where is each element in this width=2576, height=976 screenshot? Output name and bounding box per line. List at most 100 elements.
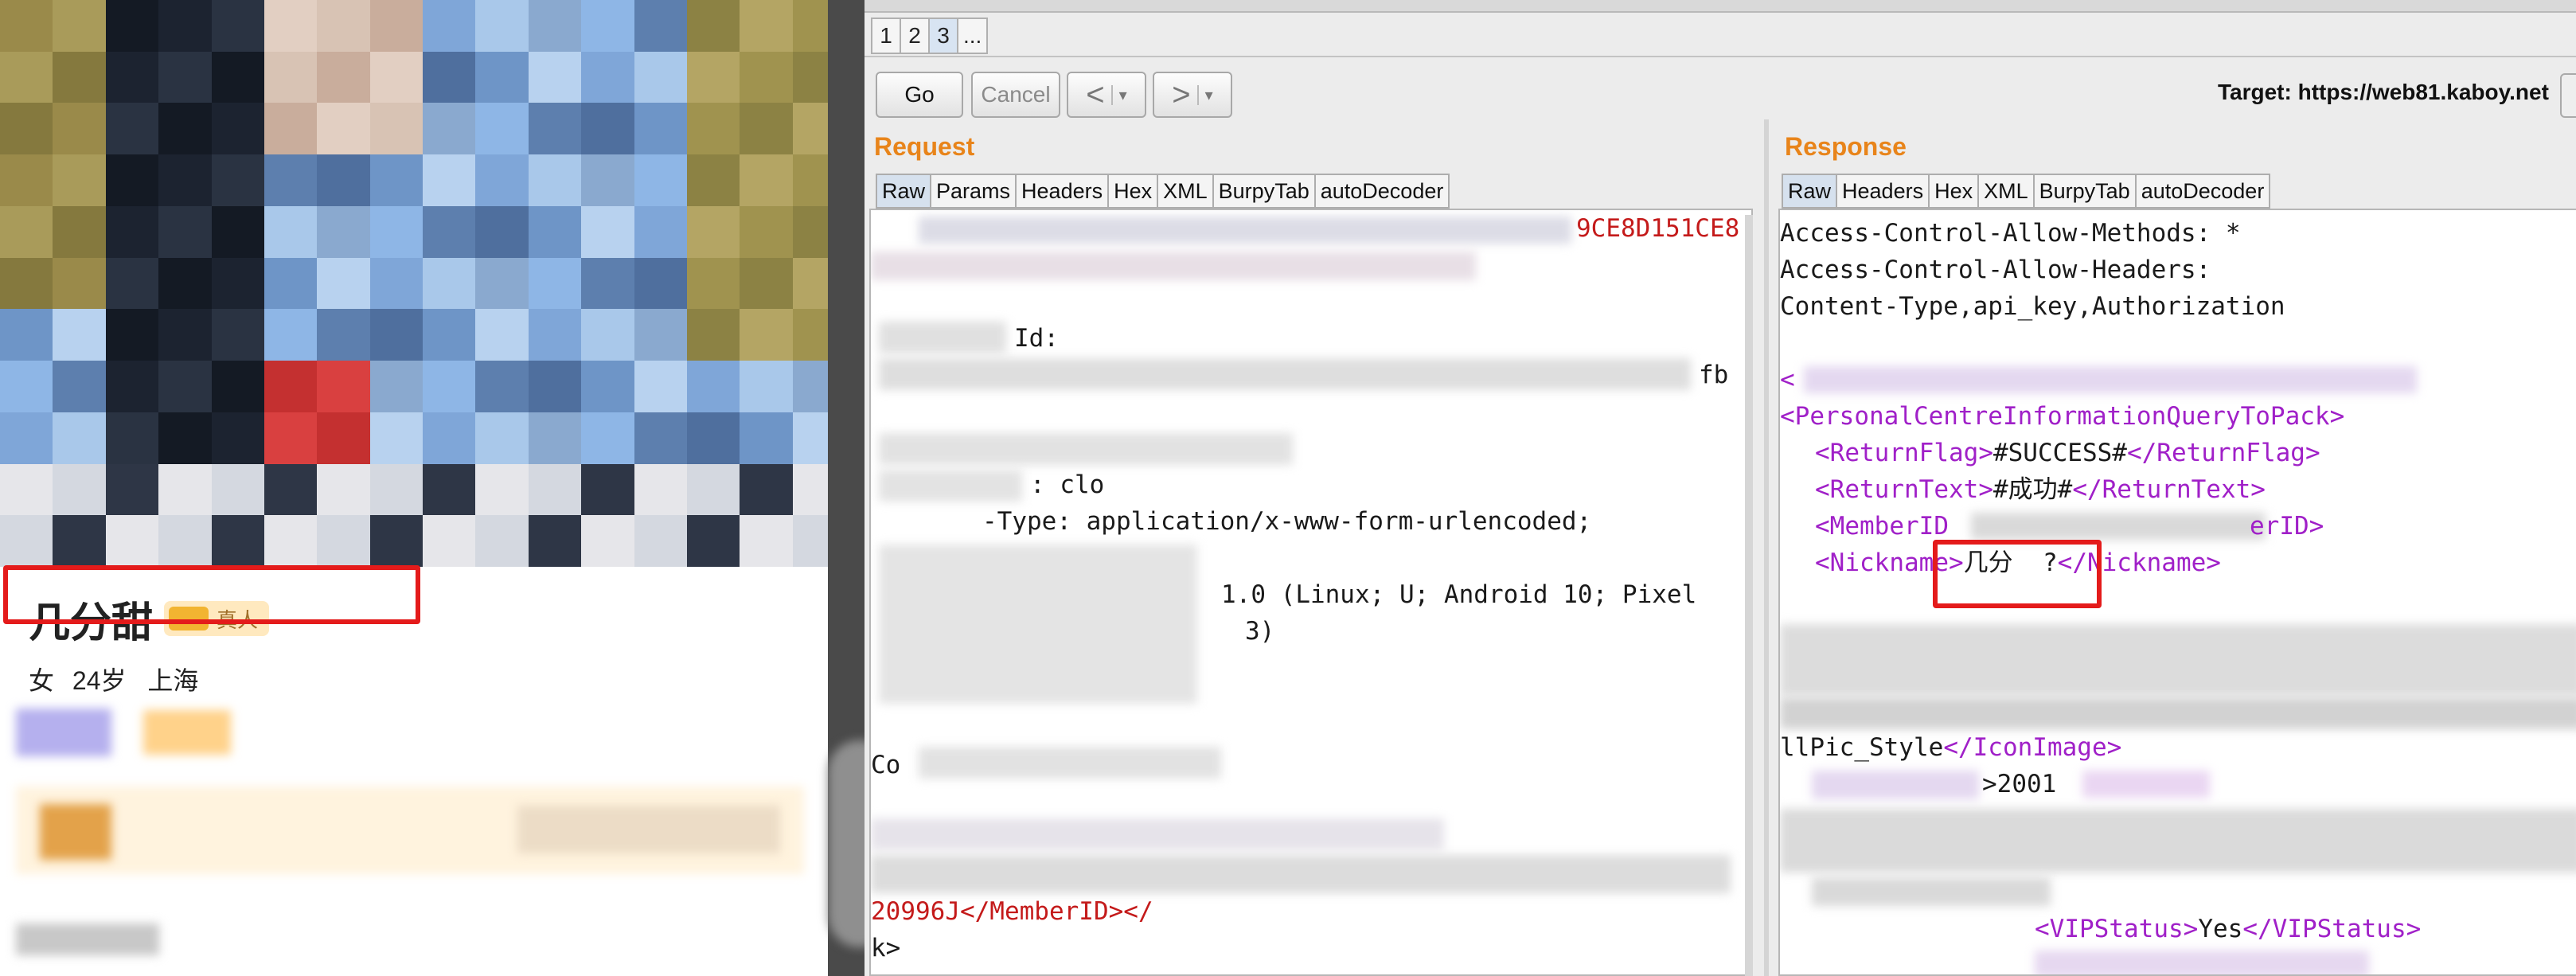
photo-mosaic-cell (0, 515, 54, 567)
xml-root-line: <PersonalCentreInformationQueryToPack> (1780, 402, 2345, 431)
response-view-tabs: Raw Headers Hex XML BurpyTab autoDecoder (1782, 174, 2271, 209)
blurred-text (1780, 809, 2576, 873)
photo-mosaic-cell (105, 51, 160, 104)
photo-mosaic-cell (0, 463, 54, 517)
photo-mosaic-cell (581, 412, 635, 465)
photo-mosaic-cell (740, 412, 794, 465)
photo-mosaic-cell (423, 309, 477, 362)
request-tab-headers[interactable]: Headers (1015, 174, 1110, 209)
chevron-down-icon[interactable]: ▾ (1110, 84, 1127, 105)
forward-button[interactable]: > ▾ (1153, 72, 1232, 118)
photo-mosaic-cell (0, 154, 54, 207)
blurred-text (879, 433, 1293, 465)
request-tab-params[interactable]: Params (930, 174, 1017, 209)
photo-mosaic-cell (369, 103, 423, 156)
blurred-card-icon (40, 804, 111, 860)
photo-mosaic-cell (369, 205, 423, 259)
request-tab-autodecoder[interactable]: autoDecoder (1313, 174, 1450, 209)
photo-mosaic-cell (317, 361, 371, 413)
request-line: 1.0 (Linux; U; Android 10; Pixel (1221, 580, 1697, 609)
photo-mosaic-cell (53, 154, 107, 207)
photo-mosaic-cell (740, 257, 794, 310)
response-tab-autodecoder[interactable]: autoDecoder (2134, 174, 2271, 209)
back-button[interactable]: < ▾ (1067, 72, 1146, 118)
photo-mosaic-cell (740, 361, 794, 413)
blurred-text (1812, 877, 2051, 906)
photo-mosaic-cell (528, 103, 583, 156)
xml-tag: Nickname (1829, 549, 1949, 577)
photo-mosaic-cell (105, 154, 160, 207)
blurred-text (879, 470, 1022, 502)
photo-mosaic-cell (686, 205, 741, 259)
response-tab-headers[interactable]: Headers (1836, 174, 1930, 209)
photo-mosaic-cell (634, 154, 688, 207)
photo-mosaic-cell (53, 309, 107, 362)
photo-mosaic-cell (105, 103, 160, 156)
repeater-tab-1[interactable]: 1 (871, 18, 901, 54)
photo-mosaic-cell (317, 412, 371, 465)
edit-target-button[interactable] (2560, 73, 2576, 118)
photo-mosaic-cell (263, 361, 318, 413)
blurred-text (1812, 771, 1979, 799)
photo-mosaic-cell (475, 51, 529, 104)
request-tab-burpytab[interactable]: BurpyTab (1212, 174, 1316, 209)
photo-mosaic-cell (53, 205, 107, 259)
xml-roletype-line: >2001 (1982, 766, 2056, 802)
photo-mosaic-cell (211, 309, 265, 362)
photo-mosaic-cell (53, 463, 107, 517)
response-tab-hex[interactable]: Hex (1928, 174, 1980, 209)
profile-gender: 女 (29, 666, 55, 695)
blurred-tag (143, 710, 231, 755)
photo-mosaic-cell (0, 205, 54, 259)
xml-tag: VIPStatus (2272, 915, 2406, 943)
photo-mosaic-cell (53, 0, 107, 53)
request-tab-raw[interactable]: Raw (876, 174, 932, 209)
photo-mosaic-cell (53, 51, 107, 104)
response-tab-xml[interactable]: XML (1977, 174, 2035, 209)
xml-root-tag: PersonalCentreInformationQueryToPack (1794, 402, 2330, 431)
request-line: : clo (1030, 470, 1105, 499)
xml-tag: ReturnText (1829, 475, 1979, 504)
photo-mosaic-cell (686, 361, 741, 413)
highlight-box (3, 565, 420, 624)
photo-mosaic-cell (581, 205, 635, 259)
photo-mosaic-cell (211, 0, 265, 53)
response-editor[interactable]: Access-Control-Allow-Methods: * Access-C… (1778, 209, 2576, 976)
cancel-button[interactable]: Cancel (971, 72, 1060, 118)
profile-info: 女 24岁 上海 (29, 661, 198, 697)
response-tab-burpytab[interactable]: BurpyTab (2032, 174, 2137, 209)
photo-mosaic-cell (53, 103, 107, 156)
photo-mosaic-cell (369, 154, 423, 207)
photo-mosaic-cell (634, 309, 688, 362)
repeater-tab-2[interactable]: 2 (900, 18, 930, 54)
response-tab-raw[interactable]: Raw (1782, 174, 1838, 209)
photo-mosaic-cell (211, 361, 265, 413)
xml-blurred-line: < (1780, 365, 1795, 394)
profile-panel: 几分甜 真人 女 24岁 上海 (0, 0, 845, 976)
xml-tag: VIPStatus (2049, 915, 2184, 943)
burp-repeater: 1 2 3 ... Go Cancel < ▾ > ▾ Target: http… (865, 0, 2576, 976)
blurred-text (871, 855, 1731, 893)
photo-mosaic-cell (528, 0, 583, 53)
request-tab-xml[interactable]: XML (1157, 174, 1214, 209)
photo-mosaic-cell (263, 51, 318, 104)
xml-tag: ReturnFlag (2156, 439, 2305, 467)
photo-mosaic-cell (634, 103, 688, 156)
repeater-tab-more[interactable]: ... (957, 18, 989, 54)
go-button[interactable]: Go (876, 72, 963, 118)
photo-mosaic-cell (475, 309, 529, 362)
chevron-down-icon[interactable]: ▾ (1196, 84, 1213, 105)
photo-mosaic-cell (105, 412, 160, 465)
request-tab-hex[interactable]: Hex (1107, 174, 1159, 209)
request-scrollbar[interactable] (1745, 215, 1753, 976)
xml-returnflag-line: <ReturnFlag>#SUCCESS#</ReturnFlag> (1815, 439, 2320, 467)
repeater-tab-3[interactable]: 3 (928, 18, 958, 54)
photo-mosaic-cell (475, 0, 529, 53)
request-editor[interactable]: 9CE8D151CE8 Id: fb : clo -Type: applicat… (869, 209, 1753, 976)
photo-mosaic-cell (105, 515, 160, 567)
photo-mosaic-cell (528, 309, 583, 362)
photo-mosaic-cell (0, 412, 54, 465)
pane-splitter[interactable] (1764, 119, 1769, 976)
blurred-text (2035, 951, 2369, 974)
return-text-value: #成功# (1992, 475, 2073, 504)
